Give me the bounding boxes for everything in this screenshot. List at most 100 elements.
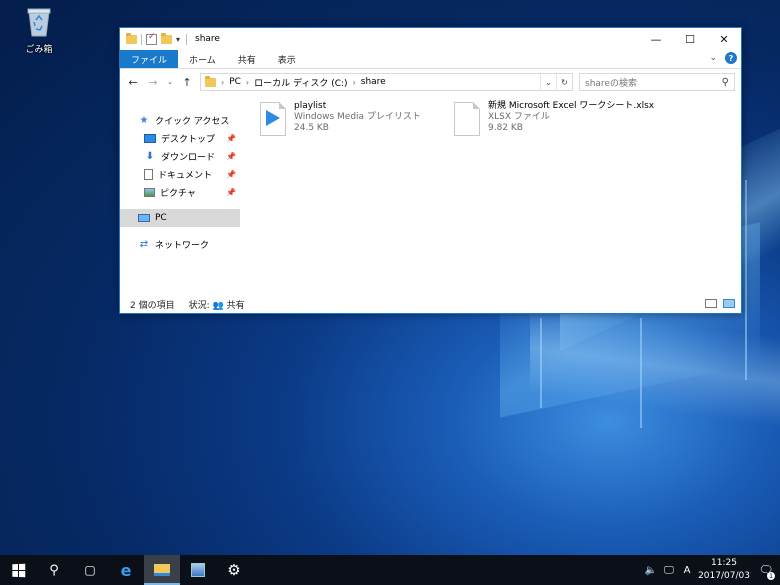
sidebar-item-downloads[interactable]: ⬇ ダウンロード 📌 — [120, 147, 240, 165]
sidebar-item-pictures[interactable]: ピクチャ 📌 — [120, 183, 240, 201]
task-view-button[interactable]: ▢ — [72, 555, 108, 585]
tab-share[interactable]: 共有 — [227, 50, 267, 68]
file-size: 9.82 KB — [488, 123, 523, 133]
taskbar-settings[interactable]: ⚙ — [216, 555, 252, 585]
up-arrow-icon[interactable]: ↑ — [180, 76, 194, 89]
desktop-icon-recycle-bin[interactable]: ごみ箱 — [14, 6, 64, 55]
taskbar: ⚲ ▢ e ⚙ 🔈 🖵 A 11:25 2017/07/03 🗨 1 — [0, 555, 780, 585]
tab-view[interactable]: 表示 — [267, 50, 307, 68]
sidebar-item-quick-access[interactable]: ★ クイック アクセス — [120, 111, 240, 129]
ribbon-right: ⌄ ? — [709, 52, 737, 64]
recent-locations-icon[interactable]: ⌄ — [166, 78, 174, 86]
divider — [141, 33, 142, 45]
sidebar-item-label: ピクチャ — [160, 188, 196, 199]
expand-ribbon-icon[interactable]: ⌄ — [709, 53, 717, 63]
file-list: playlist Windows Media プレイリスト 24.5 KB 新規… — [240, 97, 741, 295]
divider — [186, 33, 188, 45]
sidebar-item-desktop[interactable]: デスクトップ 📌 — [120, 129, 240, 147]
file-name: 新規 Microsoft Excel ワークシート.xlsx — [488, 101, 655, 111]
ribbon-tabs: ファイル ホーム 共有 表示 ⌄ ? — [120, 50, 741, 69]
pin-icon: 📌 — [226, 187, 236, 197]
wallpaper-beam — [530, 302, 780, 428]
sidebar-item-label: デスクトップ — [161, 134, 216, 145]
search-icon[interactable]: ⚲ — [722, 77, 729, 88]
maximize-button[interactable]: ☐ — [673, 28, 707, 50]
file-item[interactable]: 新規 Microsoft Excel ワークシート.xlsx XLSX ファイル… — [452, 101, 654, 137]
clock-time: 11:25 — [711, 558, 737, 568]
refresh-icon[interactable]: ↻ — [556, 74, 572, 90]
item-count: 2 個の項目 — [130, 300, 175, 311]
volume-muted-icon[interactable]: 🔈 — [642, 565, 660, 576]
search-button[interactable]: ⚲ — [36, 555, 72, 585]
breadcrumb-pc[interactable]: PC — [229, 77, 241, 87]
pin-icon: 📌 — [226, 151, 236, 161]
back-arrow-icon[interactable]: ← — [126, 76, 140, 89]
share-status: 状況: 👥 共有 — [189, 298, 245, 311]
address-end: ⌄ ↻ — [540, 74, 572, 90]
help-icon[interactable]: ? — [725, 52, 737, 64]
sidebar-item-pc[interactable]: PC — [120, 209, 240, 227]
window-controls: — ☐ ✕ — [639, 28, 741, 50]
title-bar[interactable]: ▾ share — ☐ ✕ — [120, 28, 741, 50]
star-icon: ★ — [139, 114, 149, 126]
breadcrumb-local-disk[interactable]: ローカル ディスク (C:) — [254, 76, 347, 89]
gear-icon: ⚙ — [227, 561, 241, 579]
clock[interactable]: 11:25 2017/07/03 — [696, 557, 752, 583]
folder-icon — [126, 32, 137, 44]
status-label: 状況: — [188, 300, 210, 311]
new-folder-icon[interactable] — [161, 32, 172, 44]
document-icon — [452, 101, 482, 137]
search-placeholder: shareの検索 — [585, 78, 637, 89]
system-tray: 🔈 🖵 A 11:25 2017/07/03 🗨 1 — [642, 555, 780, 585]
sidebar-item-documents[interactable]: ドキュメント 📌 — [120, 165, 240, 183]
wallpaper-line — [745, 180, 747, 380]
breadcrumb-share[interactable]: share — [361, 77, 386, 87]
address-row: ← → ⌄ ↑ › PC › ローカル ディスク (C:) › share ⌄ … — [120, 69, 741, 95]
file-name: playlist — [294, 101, 327, 111]
sidebar-item-label: ダウンロード — [161, 152, 216, 163]
chevron-right-icon[interactable]: › — [246, 78, 249, 87]
sidebar-item-label: クイック アクセス — [155, 116, 230, 127]
chevron-right-icon[interactable]: › — [221, 78, 224, 87]
properties-icon[interactable] — [146, 32, 157, 45]
tab-file[interactable]: ファイル — [120, 50, 179, 68]
chevron-right-icon[interactable]: › — [353, 78, 356, 87]
chevron-down-icon[interactable]: ⌄ — [540, 74, 556, 90]
address-bar[interactable]: › PC › ローカル ディスク (C:) › share ⌄ ↻ — [200, 73, 573, 91]
status-bar: 2 個の項目 状況: 👥 共有 — [120, 295, 741, 313]
network-icon[interactable]: 🖵 — [660, 565, 678, 576]
sidebar-item-label: PC — [155, 213, 167, 223]
search-input[interactable]: shareの検索 ⚲ — [579, 73, 735, 91]
forward-arrow-icon[interactable]: → — [146, 76, 160, 89]
details-view-icon[interactable] — [705, 299, 717, 308]
taskbar-edge[interactable]: e — [108, 555, 144, 585]
view-switcher — [705, 299, 735, 308]
sidebar-item-network[interactable]: ⇄ ネットワーク — [120, 235, 240, 253]
sidebar-item-label: ネットワーク — [155, 240, 210, 251]
ime-indicator[interactable]: A — [678, 565, 696, 576]
file-explorer-window[interactable]: ▾ share — ☐ ✕ ファイル ホーム 共有 表示 ⌄ ? ← → ⌄ ↑… — [119, 27, 742, 314]
sidebar-item-label: ドキュメント — [158, 170, 213, 181]
search-icon: ⚲ — [49, 562, 59, 578]
action-center-button[interactable]: 🗨 1 — [752, 555, 780, 585]
desktop-icon — [144, 133, 156, 143]
folder-icon — [154, 564, 170, 576]
pictures-icon — [144, 187, 155, 197]
share-icon: 👥 — [212, 300, 224, 311]
document-icon — [144, 168, 153, 180]
close-button[interactable]: ✕ — [707, 28, 741, 50]
download-icon: ⬇ — [145, 150, 155, 162]
notification-badge: 1 — [767, 572, 775, 580]
customize-qat-icon[interactable]: ▾ — [176, 35, 180, 44]
taskbar-file-explorer[interactable] — [144, 555, 180, 585]
file-item[interactable]: playlist Windows Media プレイリスト 24.5 KB — [258, 101, 421, 137]
network-icon: ⇄ — [139, 238, 149, 250]
tab-home[interactable]: ホーム — [178, 50, 227, 68]
large-icons-view-icon[interactable] — [723, 299, 735, 308]
window-title: share — [195, 34, 220, 44]
taskbar-server-manager[interactable] — [180, 555, 216, 585]
recycle-bin-label: ごみ箱 — [25, 45, 53, 55]
start-button[interactable] — [0, 555, 36, 585]
minimize-button[interactable]: — — [639, 28, 673, 50]
recycle-bin-icon — [27, 8, 51, 37]
